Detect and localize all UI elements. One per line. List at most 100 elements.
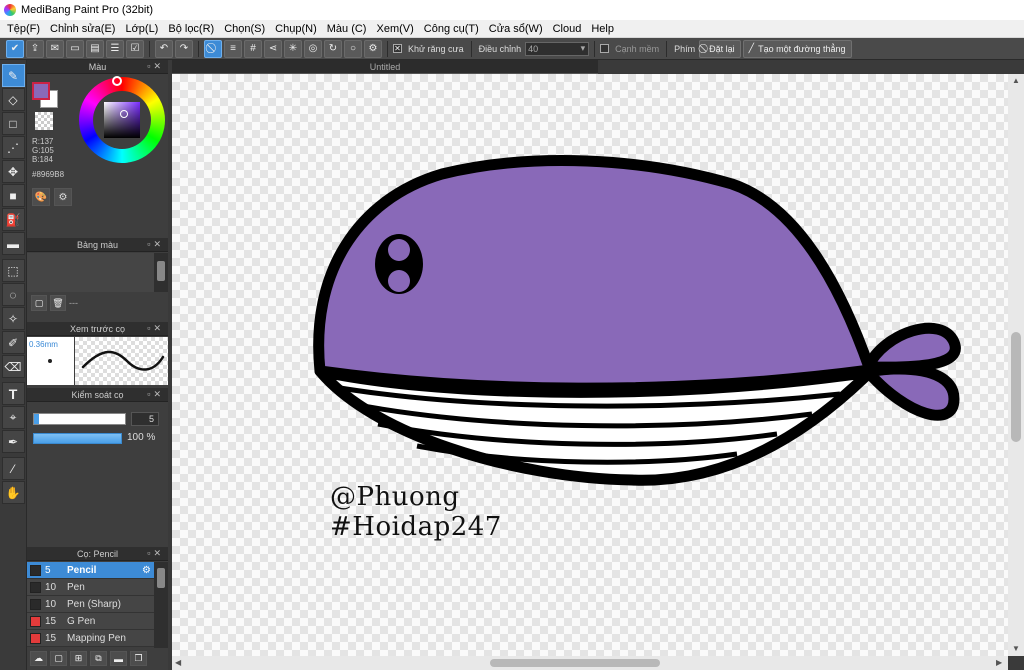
menu-layer[interactable]: Lớp(L) bbox=[120, 23, 163, 35]
figure-tool-icon[interactable]: ⋰ bbox=[1, 136, 25, 159]
scroll-thumb[interactable] bbox=[157, 568, 165, 588]
brush-list-scrollbar[interactable] bbox=[154, 562, 168, 648]
parallel-snap-icon[interactable]: ≡ bbox=[224, 39, 242, 58]
divide-tool-icon[interactable]: ✒ bbox=[1, 430, 25, 453]
menu-tools[interactable]: Công cụ(T) bbox=[419, 23, 484, 35]
menu-file[interactable]: Tệp(F) bbox=[2, 23, 45, 35]
folder-icon[interactable]: ▬ bbox=[110, 651, 127, 666]
softedge-checkbox[interactable] bbox=[600, 44, 610, 53]
brush-item-mapping-pen[interactable]: 15 Mapping Pen bbox=[27, 630, 154, 647]
trash-icon[interactable]: 🗑 bbox=[50, 295, 66, 311]
list-icon[interactable]: ☰ bbox=[106, 39, 124, 58]
panel-controls-icon[interactable]: ▫✕ bbox=[147, 389, 164, 400]
operation-tool-icon[interactable]: ⌖ bbox=[1, 406, 25, 429]
lasso-tool-icon[interactable]: ◌ bbox=[1, 283, 25, 306]
transparent-color-swatch[interactable] bbox=[35, 112, 53, 130]
redo-icon[interactable]: ↷ bbox=[175, 39, 193, 58]
palette-more[interactable]: --- bbox=[69, 298, 78, 308]
dot-tool-icon[interactable]: □ bbox=[1, 112, 25, 135]
cloud-brush-icon[interactable]: ☁ bbox=[30, 651, 47, 666]
bucket-tool-icon[interactable]: ⛽ bbox=[1, 208, 25, 231]
select-pen-tool-icon[interactable]: ✐ bbox=[1, 331, 25, 354]
brush-size-slider[interactable] bbox=[33, 413, 126, 425]
color-wheel[interactable] bbox=[79, 76, 165, 163]
fill-rect-tool-icon[interactable]: ■ bbox=[1, 184, 25, 207]
scroll-left-icon[interactable]: ◀ bbox=[175, 658, 181, 667]
chat-icon[interactable]: ▭ bbox=[66, 39, 84, 58]
menu-help[interactable]: Help bbox=[586, 23, 619, 35]
move-tool-icon[interactable]: ✥ bbox=[1, 160, 25, 183]
scroll-thumb[interactable] bbox=[157, 261, 165, 281]
palette-area[interactable] bbox=[27, 253, 154, 292]
antialias-checkbox[interactable]: ✕ bbox=[393, 44, 402, 53]
share-icon[interactable]: ⇪ bbox=[26, 39, 44, 58]
palette-scrollbar[interactable] bbox=[154, 253, 168, 292]
vertical-scrollbar[interactable]: ▲ ▼ bbox=[1008, 74, 1024, 656]
circle-snap-icon[interactable]: ○ bbox=[344, 39, 362, 58]
vertical-scroll-thumb[interactable] bbox=[1011, 332, 1021, 442]
menu-edit[interactable]: Chỉnh sửa(E) bbox=[45, 23, 120, 35]
horizontal-scrollbar[interactable]: ◀ ▶ bbox=[172, 656, 1008, 670]
document-tab[interactable]: Untitled bbox=[172, 60, 598, 74]
foreground-color-swatch[interactable] bbox=[32, 82, 50, 100]
radial-snap-icon[interactable]: ✳ bbox=[284, 39, 302, 58]
concentric-snap-icon[interactable]: ◎ bbox=[304, 39, 322, 58]
brush-tool-icon[interactable]: ✎ bbox=[1, 64, 25, 87]
grid-snap-icon[interactable]: # bbox=[244, 39, 262, 58]
sv-marker[interactable] bbox=[120, 110, 128, 118]
hand-tool-icon[interactable]: ✋ bbox=[1, 481, 25, 504]
brush-opacity-slider[interactable] bbox=[33, 433, 122, 444]
brush-item-g-pen[interactable]: 15 G Pen bbox=[27, 613, 154, 630]
brush-item-pencil[interactable]: 5 Pencil ⚙ bbox=[27, 562, 154, 579]
duplicate-icon[interactable]: ❐ bbox=[130, 651, 147, 666]
reset-button[interactable]: ⃠ Đặt lại bbox=[699, 39, 741, 58]
select-eraser-tool-icon[interactable]: ⌫ bbox=[1, 355, 25, 378]
menu-view[interactable]: Xem(V) bbox=[371, 23, 418, 35]
cloud-check-icon[interactable]: ✔ bbox=[6, 39, 24, 58]
menu-snap[interactable]: Chụp(N) bbox=[270, 23, 322, 35]
comment-icon[interactable]: ✉ bbox=[46, 39, 64, 58]
menu-filter[interactable]: Bộ lọc(R) bbox=[163, 23, 219, 35]
eraser-tool-icon[interactable]: ◇ bbox=[1, 88, 25, 111]
add-brush-icon[interactable]: ⊞ bbox=[70, 651, 87, 666]
checklist-icon[interactable]: ☑ bbox=[126, 39, 144, 58]
brush-item-pen[interactable]: 10 Pen bbox=[27, 579, 154, 596]
menu-cloud[interactable]: Cloud bbox=[548, 23, 587, 35]
undo-icon[interactable]: ↶ bbox=[155, 39, 173, 58]
perspective-snap-icon[interactable]: ⋖ bbox=[264, 39, 282, 58]
panel-controls-icon[interactable]: ▫✕ bbox=[147, 323, 164, 334]
panel-controls-icon[interactable]: ▫✕ bbox=[147, 61, 164, 72]
menu-window[interactable]: Cửa sổ(W) bbox=[484, 23, 548, 35]
document-icon[interactable]: ▤ bbox=[86, 39, 104, 58]
text-tool-icon[interactable]: T bbox=[1, 382, 25, 405]
magic-wand-tool-icon[interactable]: ✧ bbox=[1, 307, 25, 330]
eyedropper-tool-icon[interactable]: ⁄ bbox=[1, 457, 25, 480]
curve-snap-icon[interactable]: ↻ bbox=[324, 39, 342, 58]
brush-size-value[interactable]: 5 bbox=[131, 412, 159, 426]
correction-select[interactable]: 40 ▾ bbox=[525, 41, 590, 56]
snap-off-icon[interactable]: ⃠ bbox=[204, 39, 222, 58]
canvas[interactable]: @Phuong #Hoidap247 bbox=[172, 74, 1008, 656]
gear-icon[interactable]: ⚙ bbox=[142, 565, 154, 576]
copy-brush-icon[interactable]: ⧉ bbox=[90, 651, 107, 666]
scroll-right-icon[interactable]: ▶ bbox=[996, 658, 1002, 667]
scroll-down-icon[interactable]: ▼ bbox=[1012, 644, 1020, 653]
brush-item-pen-sharp[interactable]: 10 Pen (Sharp) bbox=[27, 596, 154, 613]
saturation-value-square[interactable] bbox=[104, 102, 140, 138]
rect-select-tool-icon[interactable]: ⬚ bbox=[1, 259, 25, 282]
hue-marker[interactable] bbox=[112, 76, 122, 86]
snap-settings-gear-icon[interactable]: ⚙ bbox=[364, 39, 382, 58]
panel-controls-icon[interactable]: ▫✕ bbox=[147, 239, 164, 250]
horizontal-scroll-thumb[interactable] bbox=[490, 659, 660, 667]
green-value: G:105 bbox=[32, 146, 54, 155]
scroll-up-icon[interactable]: ▲ bbox=[1012, 76, 1020, 85]
menu-select[interactable]: Chọn(S) bbox=[219, 23, 270, 35]
panel-controls-icon[interactable]: ▫✕ bbox=[147, 548, 164, 559]
straight-line-button[interactable]: ╱ Tạo một đường thẳng bbox=[742, 39, 852, 58]
menu-color[interactable]: Màu (C) bbox=[322, 23, 372, 35]
color-settings-icon[interactable]: ⚙ bbox=[54, 188, 72, 206]
gradient-tool-icon[interactable]: ▬ bbox=[1, 232, 25, 255]
new-palette-icon[interactable]: ▢ bbox=[31, 295, 47, 311]
new-brush-icon[interactable]: ▢ bbox=[50, 651, 67, 666]
palette-mode-icon[interactable]: 🎨 bbox=[32, 188, 50, 206]
